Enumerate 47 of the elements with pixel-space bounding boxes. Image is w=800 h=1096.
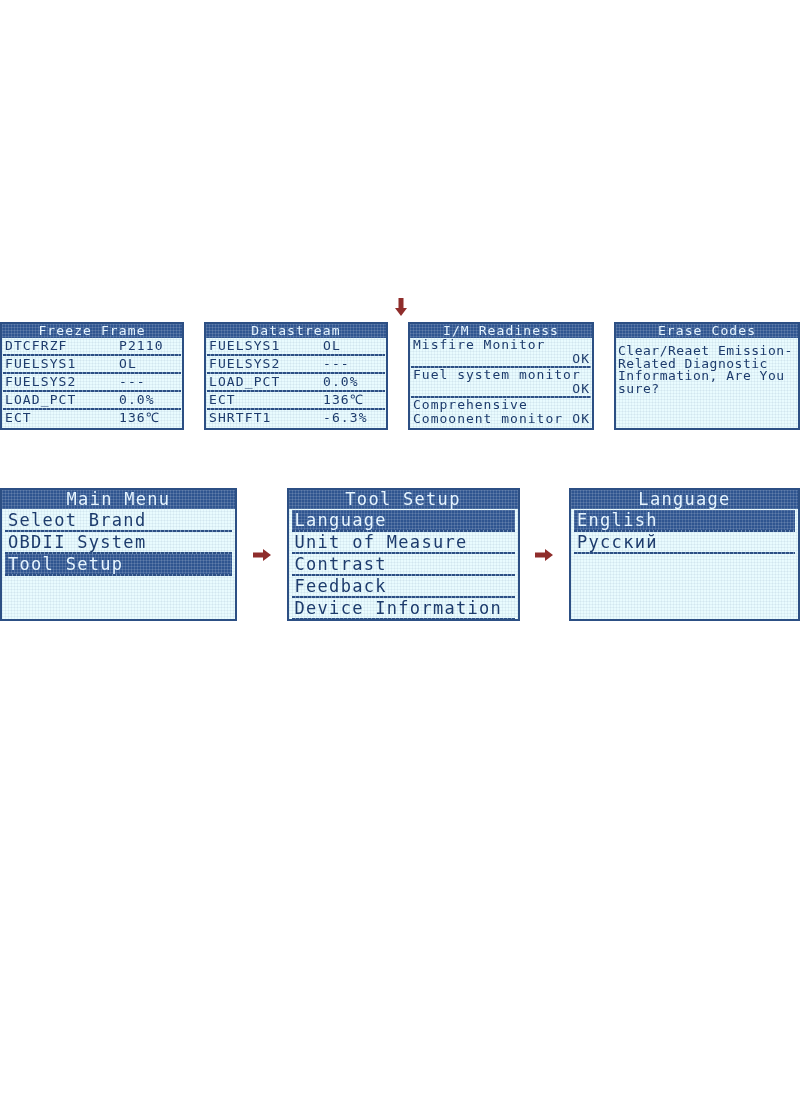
menu-item[interactable]: Device Information	[291, 598, 515, 618]
monitor-status: OK	[572, 412, 590, 426]
parameter-name: LOAD_PCT	[209, 374, 281, 390]
menu-item[interactable]: Tool Setup	[5, 554, 232, 574]
menu-item[interactable]: Language	[291, 510, 515, 530]
parameter-value: ---	[119, 374, 146, 390]
parameter-name: LOAD_PCT	[5, 392, 77, 408]
menu-item[interactable]: Feedback	[291, 576, 515, 596]
screen-title: Erase Codes	[616, 324, 798, 338]
parameter-value: OL	[119, 356, 137, 372]
screen-title: Language	[571, 490, 798, 509]
parameter-name: ECT	[5, 410, 32, 426]
monitor-name: Comprehensive Comoonent monitor	[413, 397, 564, 426]
menu-item[interactable]: Unit of Measure	[291, 532, 515, 552]
menu-item[interactable]: English	[574, 510, 795, 530]
down-arrow-icon	[395, 298, 407, 316]
right-arrow-icon	[252, 548, 271, 561]
screen-title: I/M Readiness	[410, 324, 592, 338]
parameter-value: P2110	[119, 338, 164, 354]
monitor-name: Fuel system monitor	[413, 367, 581, 382]
parameter-name: SHRTFT1	[209, 410, 272, 426]
screen-title: Main Menu	[2, 490, 235, 509]
parameter-value: 136℃	[119, 410, 160, 426]
menu-item[interactable]: Seleot Brand	[5, 510, 232, 530]
parameter-name: FUELSYS2	[209, 356, 281, 372]
parameter-name: ECT	[209, 392, 236, 408]
screen-title: Tool Setup	[288, 490, 518, 509]
parameter-name: FUELSYS1	[5, 356, 77, 372]
monitor-status: OK	[572, 382, 590, 396]
parameter-value: 0.0%	[119, 392, 155, 408]
monitor-name: Misfire Monitor	[413, 337, 546, 352]
parameter-name: DTCFRZF	[5, 338, 68, 354]
menu-item[interactable]: Русский	[574, 532, 795, 552]
confirm-message: Clear/Reaet Emission-Related Diagnostic Information, Are You sure?	[617, 342, 794, 395]
parameter-value: OL	[323, 338, 341, 354]
monitor-status: OK	[572, 352, 590, 366]
menu-item[interactable]: Contrast	[291, 554, 515, 574]
parameter-name: FUELSYS2	[5, 374, 77, 390]
parameter-value: ---	[323, 356, 350, 372]
parameter-name: FUELSYS1	[209, 338, 281, 354]
parameter-value: 136℃	[323, 392, 364, 408]
menu-item[interactable]: OBDII System	[5, 532, 232, 552]
parameter-value: -6.3%	[323, 410, 368, 426]
right-arrow-icon	[535, 548, 554, 561]
parameter-value: 0.0%	[323, 374, 359, 390]
screen-title: Freeze Frame	[2, 324, 182, 338]
screen-title: Datastream	[206, 324, 386, 338]
